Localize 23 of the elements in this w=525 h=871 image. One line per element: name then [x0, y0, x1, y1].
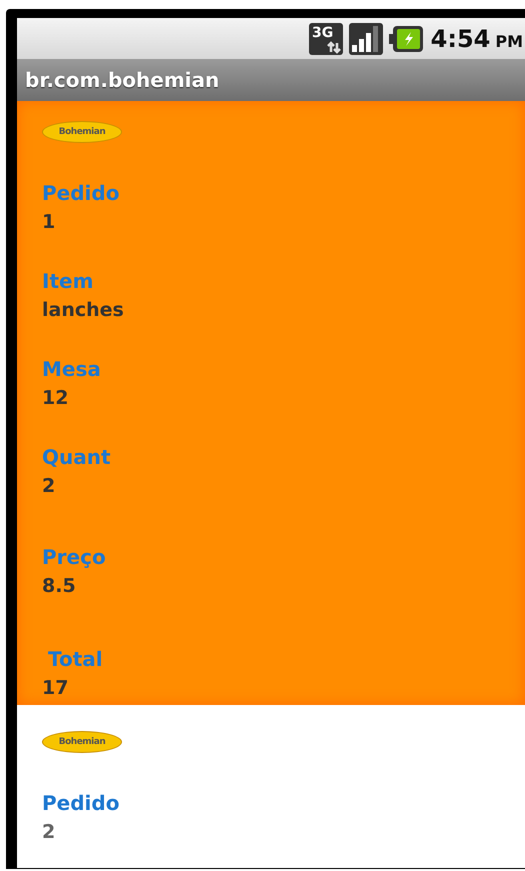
battery-icon [388, 26, 423, 52]
field-value: 12 [42, 387, 68, 409]
logo: Bohemian [42, 121, 122, 143]
field-value: 1 [42, 211, 56, 233]
clock-time: 4:54 [430, 24, 490, 54]
field-value: 8.5 [42, 575, 76, 597]
field-value: 17 [42, 677, 68, 699]
field-value: 2 [42, 475, 56, 497]
app-title: br.com.bohemian [25, 67, 220, 94]
field-label: Preço [42, 545, 106, 569]
field-label: Mesa [42, 357, 101, 381]
field-label: Pedido [42, 181, 120, 205]
field-label: Item [42, 269, 94, 293]
clock-period: PM [495, 30, 523, 52]
field-label: Pedido [42, 791, 120, 815]
order-list-item[interactable]: Bohemian Pedido 1 Item lanches Mesa 12 Quant 2 Preço 8.5 Total 17 [17, 101, 525, 705]
field-label: Total [48, 647, 103, 671]
signal-icon [348, 22, 383, 54]
logo: Bohemian [42, 731, 122, 753]
field-label: Quant [42, 445, 111, 469]
field-value: lanches [42, 299, 124, 321]
field-value: 2 [42, 821, 56, 843]
network-type-icon: 3G [308, 22, 343, 54]
